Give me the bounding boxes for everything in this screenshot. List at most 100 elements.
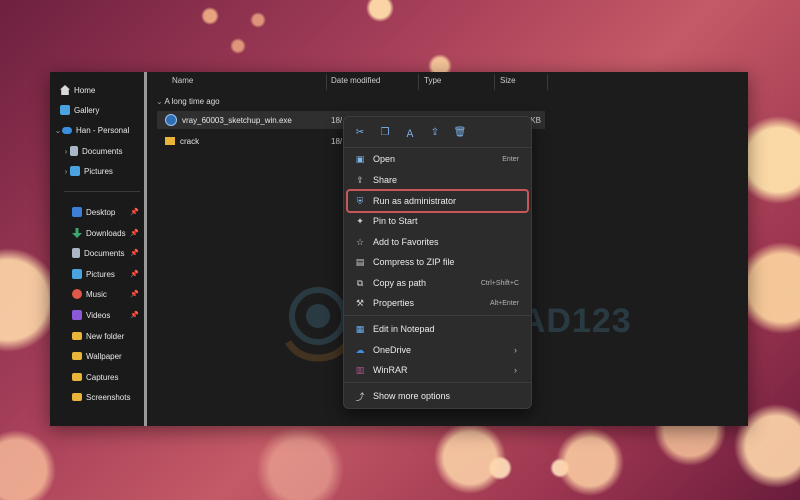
zip-icon: ▤ — [355, 256, 365, 267]
sidebar-item-wallpaper[interactable]: Wallpaper — [72, 347, 122, 365]
delete-icon[interactable]: 🗑 — [452, 124, 468, 140]
pin-icon[interactable]: 📌 — [130, 270, 139, 278]
folder-icon — [72, 352, 82, 360]
column-divider[interactable] — [547, 74, 548, 90]
menu-item-show-more-options[interactable]: ⤴ Show more options — [348, 386, 527, 406]
menu-item-label: Edit in Notepad — [373, 324, 435, 334]
menu-item-compress-to-zip[interactable]: ▤ Compress to ZIP file — [348, 252, 527, 272]
chevron-right-icon[interactable]: › — [62, 167, 70, 176]
file-date: 18/ — [331, 115, 343, 125]
column-header-type[interactable]: Type — [424, 76, 441, 85]
sidebar-item-label: Pictures — [84, 166, 113, 176]
sidebar-item-pictures[interactable]: Pictures 📌 — [72, 265, 139, 283]
wrench-icon: ⚒ — [355, 297, 365, 308]
folder-icon — [165, 137, 175, 145]
menu-item-winrar[interactable]: ▥ WinRAR › — [348, 360, 527, 380]
menu-item-label: Run as administrator — [373, 196, 457, 206]
sidebar-item-music[interactable]: Music 📌 — [72, 285, 139, 303]
menu-item-pin-to-start[interactable]: ✦ Pin to Start — [348, 211, 527, 231]
sidebar-item-label: Wallpaper — [86, 351, 122, 361]
column-divider[interactable] — [494, 74, 495, 90]
menu-item-add-to-favorites[interactable]: ☆ Add to Favorites — [348, 232, 527, 252]
menu-item-label: Copy as path — [373, 278, 427, 288]
menu-item-edit-in-notepad[interactable]: ▦ Edit in Notepad — [348, 319, 527, 339]
menu-item-shortcut: Ctrl+Shift+C — [480, 279, 519, 287]
file-name: crack — [180, 136, 200, 146]
notepad-icon: ▦ — [355, 323, 365, 334]
sidebar-item-label: Downloads — [86, 228, 126, 238]
pin-icon[interactable]: 📌 — [130, 249, 139, 257]
rename-icon[interactable]: Ａ — [402, 124, 418, 140]
pin-icon[interactable]: 📌 — [130, 229, 139, 237]
sidebar-divider — [64, 191, 140, 192]
group-header-label: A long time ago — [164, 97, 220, 106]
pin-icon[interactable]: 📌 — [130, 208, 139, 216]
documents-icon — [72, 248, 80, 258]
column-header-size[interactable]: Size — [500, 76, 516, 85]
sidebar-item-videos[interactable]: Videos 📌 — [72, 306, 139, 324]
installer-icon — [165, 114, 177, 126]
onedrive-cloud-icon — [62, 126, 72, 134]
cut-icon[interactable]: ✂ — [352, 124, 368, 140]
menu-item-label: Open — [373, 154, 396, 164]
sidebar-item-captures[interactable]: Captures — [72, 368, 118, 386]
menu-item-label: WinRAR — [373, 365, 408, 375]
sidebar-item-downloads[interactable]: Downloads 📌 — [72, 224, 139, 242]
sidebar-item-screenshots[interactable]: Screenshots — [72, 388, 130, 406]
menu-item-label: Compress to ZIP file — [373, 257, 455, 267]
sidebar-item-label: Gallery — [74, 105, 100, 115]
chevron-down-icon: ⌄ — [156, 97, 163, 106]
sidebar-scrollbar[interactable] — [144, 72, 147, 426]
menu-item-copy-as-path[interactable]: ⧉ Copy as path Ctrl+Shift+C — [348, 273, 527, 293]
menu-item-label: Share — [373, 175, 398, 185]
copy-icon[interactable]: ❐ — [377, 124, 393, 140]
winrar-icon: ▥ — [355, 364, 365, 375]
menu-item-shortcut: Alt+Enter — [490, 299, 519, 307]
menu-item-open[interactable]: ▣ Open Enter — [348, 149, 527, 169]
column-divider[interactable] — [326, 74, 327, 90]
pin-icon[interactable]: 📌 — [130, 290, 139, 298]
menu-item-shortcut: Enter — [502, 155, 519, 163]
menu-item-label: Add to Favorites — [373, 237, 439, 247]
menu-item-label: Properties — [373, 298, 415, 308]
menu-item-properties[interactable]: ⚒ Properties Alt+Enter — [348, 293, 527, 313]
column-divider[interactable] — [418, 74, 419, 90]
pictures-icon — [70, 166, 80, 176]
sidebar-item-label: Documents — [84, 248, 125, 258]
chevron-right-icon: › — [514, 365, 517, 375]
sidebar-item-label: New folder — [86, 331, 125, 341]
menu-item-share[interactable]: ⇪ Share — [348, 170, 527, 190]
sidebar-item-label: Captures — [86, 372, 119, 382]
column-header-name[interactable]: Name — [172, 76, 193, 85]
sidebar-item-documents[interactable]: Documents 📌 — [72, 244, 139, 262]
menu-item-label: OneDrive — [373, 345, 412, 355]
sidebar-item-pictures-onedrive[interactable]: › Pictures — [62, 162, 113, 180]
open-icon: ▣ — [355, 153, 365, 164]
group-header[interactable]: ⌄ A long time ago — [156, 97, 220, 106]
sidebar-item-gallery[interactable]: Gallery — [60, 101, 99, 119]
sidebar-item-desktop[interactable]: Desktop 📌 — [72, 203, 139, 221]
gallery-icon — [60, 105, 70, 115]
chevron-down-icon[interactable]: ⌄ — [54, 126, 62, 135]
menu-item-run-as-administrator[interactable]: ⛨ Run as administrator — [346, 189, 529, 213]
sidebar-item-documents-onedrive[interactable]: › Documents — [62, 142, 122, 160]
file-date: 18/ — [331, 136, 343, 146]
sidebar-item-label: Pictures — [86, 269, 115, 279]
sidebar-item-label: Home — [74, 85, 96, 95]
column-header-date[interactable]: Date modified — [331, 76, 380, 85]
sidebar-item-onedrive-personal[interactable]: ⌄ Han - Personal — [54, 121, 130, 139]
menu-item-onedrive[interactable]: ☁ OneDrive › — [348, 340, 527, 360]
menu-item-label: Pin to Start — [373, 216, 418, 226]
pin-icon: ✦ — [356, 215, 364, 226]
music-icon — [72, 289, 82, 299]
sidebar-item-home[interactable]: Home — [60, 81, 95, 99]
chevron-right-icon[interactable]: › — [62, 147, 70, 156]
sidebar-item-label: Han - Personal — [76, 125, 130, 135]
videos-icon — [72, 310, 82, 320]
pin-icon[interactable]: 📌 — [130, 311, 139, 319]
sidebar-item-label: Videos — [86, 310, 111, 320]
share-icon[interactable]: ⇪ — [427, 124, 443, 140]
sidebar-item-new-folder[interactable]: New folder — [72, 327, 124, 345]
navigation-pane: Home Gallery ⌄ Han - Personal › Document… — [50, 72, 146, 426]
menu-separator — [344, 315, 531, 316]
